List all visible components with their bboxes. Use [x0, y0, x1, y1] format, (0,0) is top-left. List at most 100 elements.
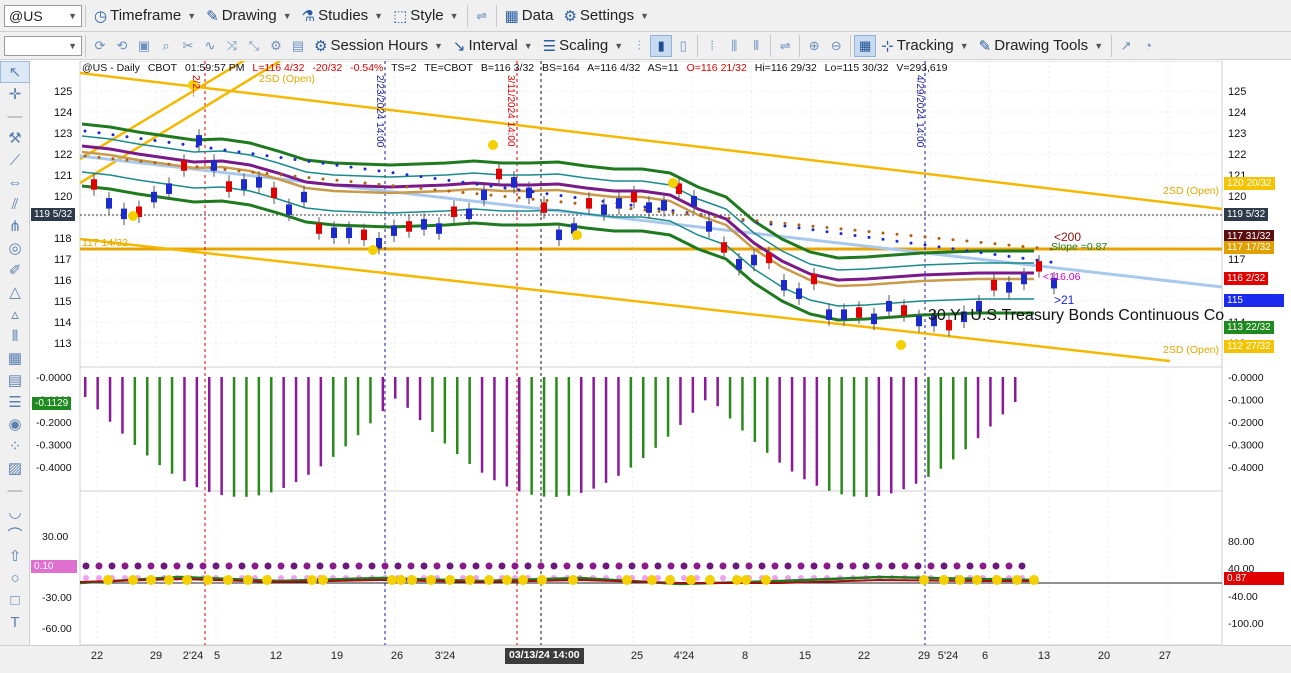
shuffle-icon[interactable]: ⤨ [221, 35, 243, 57]
curve-icon[interactable]: ⌒ [0, 523, 30, 545]
scaling-label: Scaling [559, 37, 609, 54]
header-open: O=116 21/32 [686, 62, 747, 74]
spiral-icon[interactable]: ◎ [0, 237, 30, 259]
hollow-candle-icon[interactable]: ▯ [672, 35, 694, 57]
link-icon[interactable]: ⇌ [471, 5, 493, 27]
histogram-bar [456, 377, 459, 455]
text-tool-icon[interactable]: T [0, 611, 30, 633]
data-menu[interactable]: ▦ Data [500, 4, 559, 28]
dot-blue [335, 163, 339, 167]
hlc-icon[interactable]: ⫴ [745, 35, 767, 57]
dot-blue [279, 156, 283, 160]
pitchfork-icon[interactable]: ⋔ [0, 215, 30, 237]
candle [766, 252, 772, 264]
study-selector[interactable]: ▼ [4, 35, 82, 56]
table-icon[interactable]: ▤ [287, 35, 309, 57]
triangle-icon[interactable]: △ [0, 281, 30, 303]
chart-canvas[interactable]: 1251251241241231231221221211211201201191… [30, 61, 1291, 645]
scaling-menu[interactable]: ☰ Scaling ▼ [538, 34, 629, 58]
osc2-signal-dot [955, 575, 965, 585]
dot-blue [167, 140, 171, 144]
histogram-bar [828, 377, 831, 491]
target-icon[interactable]: ◉ [0, 413, 30, 435]
drawing-menu[interactable]: ✎ Drawing ▼ [201, 4, 297, 28]
histogram-bar [728, 377, 732, 419]
osc2-dot-top [953, 562, 961, 570]
image-icon[interactable]: ▨ [0, 457, 30, 479]
speedometer-icon[interactable]: ◔ [1137, 35, 1159, 57]
dot-blue [965, 249, 969, 253]
dot-brown [545, 199, 549, 203]
candle [751, 254, 757, 266]
drawing-tools-menu[interactable]: ✎ Drawing Tools ▼ [974, 34, 1108, 58]
grid-icon[interactable]: ▦ [854, 34, 877, 57]
tracking-menu[interactable]: ⊹ Tracking ▼ [876, 34, 973, 58]
interval-menu[interactable]: ↘ Interval ▼ [448, 34, 538, 58]
trend-icon[interactable]: ↗ [1115, 35, 1137, 57]
table-icon[interactable]: ▤ [0, 369, 30, 391]
candle [421, 219, 427, 230]
ohlc-icon[interactable]: ⫼ [723, 35, 745, 57]
studies-menu[interactable]: ⚗ Studies ▼ [297, 4, 388, 28]
bar-chart-icon[interactable]: ⫶ [628, 35, 650, 57]
grid-icon[interactable]: ▦ [0, 347, 30, 369]
refresh-icon[interactable]: ⟳ [89, 35, 111, 57]
pointer-icon[interactable]: ↖ [0, 61, 30, 83]
candle [151, 191, 157, 203]
candle-chart-icon[interactable]: ▮ [650, 34, 673, 57]
dot-blue [139, 137, 143, 141]
histogram-bar [518, 377, 521, 492]
cut-icon[interactable]: ✂ [177, 35, 199, 57]
timeframe-menu[interactable]: ◷ Timeframe ▼ [89, 4, 201, 28]
circle-icon[interactable]: ○ [0, 567, 30, 589]
dots-icon[interactable]: ⁘ [0, 435, 30, 457]
osc2-dot-top [745, 562, 753, 570]
candle [916, 315, 922, 327]
window-icon[interactable]: ▣ [133, 35, 155, 57]
settings-label: Settings [579, 7, 635, 24]
rectangle-icon[interactable]: □ [0, 589, 30, 611]
zoom-out-icon[interactable]: ⊖ [825, 35, 847, 57]
chevron-down-icon: ▼ [282, 10, 292, 21]
chart-area[interactable]: 1251251241241231231221221211211201201191… [30, 61, 1291, 645]
osc2-dot-top [589, 562, 597, 570]
crosshair-icon[interactable]: ✛ [0, 83, 30, 105]
bars-icon[interactable]: ⫴ [0, 325, 30, 347]
osc2-dot-top [1005, 562, 1013, 570]
histogram-bar [394, 377, 397, 399]
wave-icon[interactable]: ∿ [199, 35, 221, 57]
expand-icon[interactable]: ⤡ [243, 35, 265, 57]
dot-blue [503, 186, 507, 190]
zoom-data-icon[interactable]: ⌕ [155, 35, 177, 57]
lines-icon[interactable]: ☰ [0, 391, 30, 413]
divider [799, 34, 801, 57]
price-axis-left-label: 115 [54, 296, 72, 308]
tools-icon[interactable]: ⚙ [265, 35, 287, 57]
up-arrow-icon[interactable]: ⇧ [0, 545, 30, 567]
dot-blue [377, 169, 381, 173]
candle [661, 200, 667, 211]
symbol-input[interactable]: @US ▼ [4, 4, 82, 27]
channel-icon[interactable]: ⫽ [0, 193, 30, 215]
arrows-icon[interactable]: ⇔ [0, 171, 30, 193]
time-axis[interactable]: 22292'2451219263'2411254'2481522295'2461… [0, 645, 1291, 673]
dot-brown [111, 157, 115, 161]
dot-blue [1007, 254, 1011, 258]
settings-menu[interactable]: ⚙ Settings ▼ [558, 4, 654, 28]
style-menu[interactable]: ⬚ Style ▼ [388, 4, 463, 28]
zoom-in-icon[interactable]: ⊕ [803, 35, 825, 57]
refresh-all-icon[interactable]: ⟲ [111, 35, 133, 57]
brush-icon[interactable]: ✐ [0, 259, 30, 281]
header-bid: B=116 3/32 [480, 62, 535, 74]
histogram-bar [914, 377, 918, 484]
dot-brown [475, 192, 479, 196]
triangle-outline-icon[interactable]: ▵ [0, 303, 30, 325]
link-icon[interactable]: ⇌ [774, 35, 796, 57]
dot-blue [517, 188, 521, 192]
ruler-icon[interactable]: ⟋ [0, 149, 30, 171]
wrench-icon[interactable]: ⚒ [0, 127, 30, 149]
dot-chart-icon[interactable]: ⁞ [701, 35, 723, 57]
session-hours-menu[interactable]: ⚙ Session Hours ▼ [309, 34, 448, 58]
arc-icon[interactable]: ◡ [0, 501, 30, 523]
price-axis-left-label: 123 [54, 128, 72, 140]
